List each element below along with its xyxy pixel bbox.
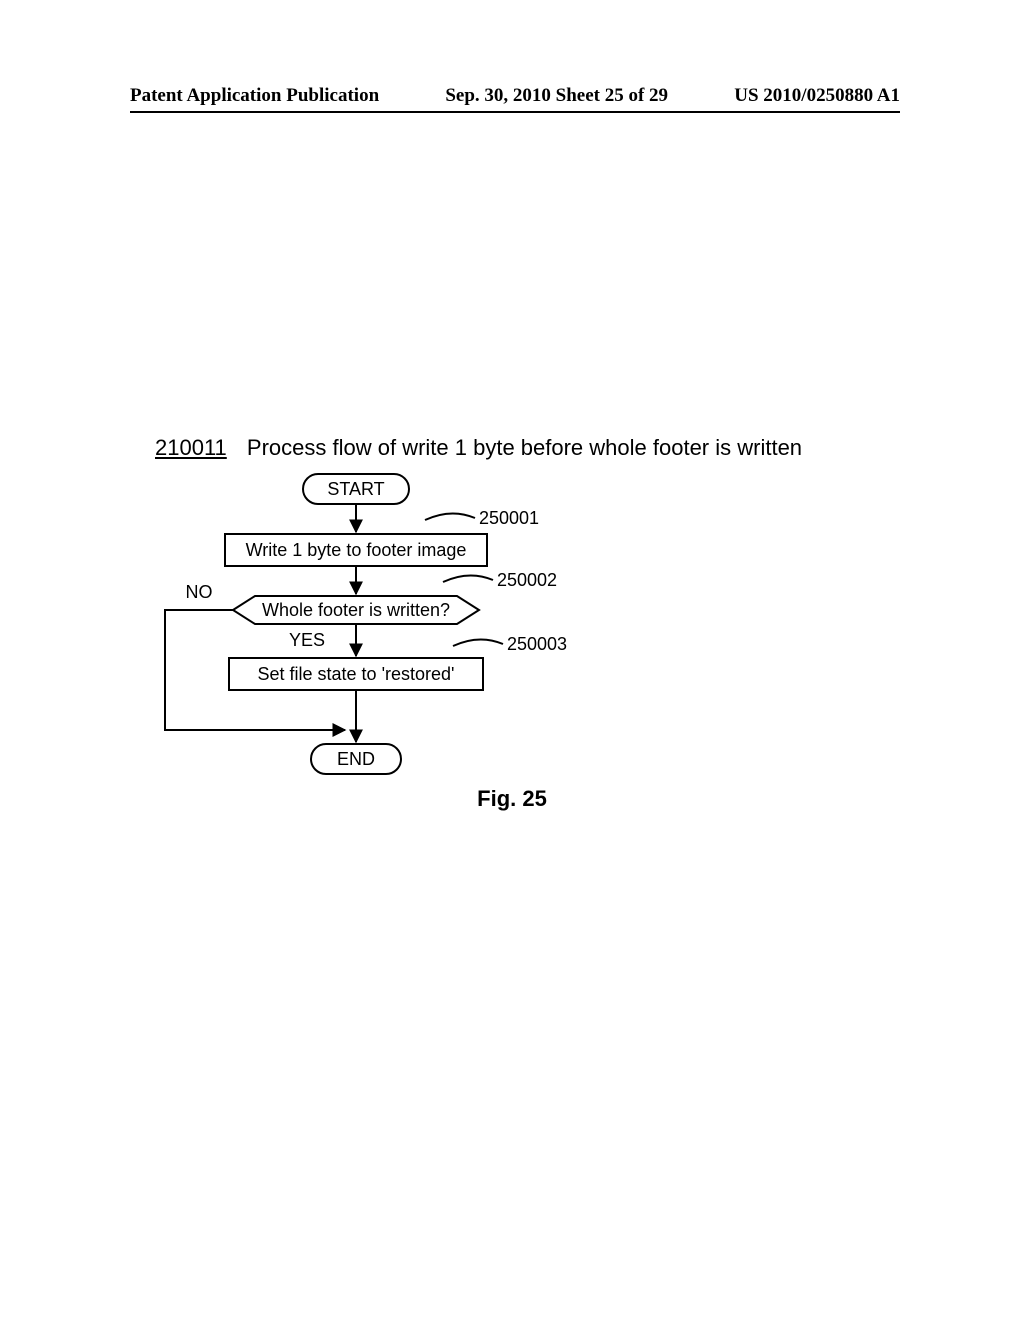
page-header: Patent Application Publication Sep. 30, … [130,85,900,107]
figure-title-row: 210011 Process flow of write 1 byte befo… [155,435,802,461]
flow-yes-label: YES [289,630,325,650]
flow-end-label: END [337,749,375,769]
flow-decision-label: Whole footer is written? [262,600,450,620]
flow-start-label: START [327,479,384,499]
header-left: Patent Application Publication [130,85,379,107]
callout-line-250001 [425,513,475,520]
ref-250002: 250002 [497,570,557,590]
figure-caption: Fig. 25 [0,786,1024,812]
flow-no-label: NO [186,582,213,602]
flow-step1-label: Write 1 byte to footer image [246,540,467,560]
figure-refnum: 210011 [155,435,227,460]
ref-250003: 250003 [507,634,567,654]
header-right: US 2010/0250880 A1 [734,85,900,107]
ref-250001: 250001 [479,508,539,528]
header-rule [130,111,900,113]
flowchart: START Write 1 byte to footer image 25000… [155,470,715,785]
flow-step3-label: Set file state to 'restored' [258,664,455,684]
figure-title-text: Process flow of write 1 byte before whol… [247,435,802,460]
header-center: Sep. 30, 2010 Sheet 25 of 29 [445,85,668,107]
callout-line-250002 [443,575,493,582]
callout-line-250003 [453,639,503,646]
